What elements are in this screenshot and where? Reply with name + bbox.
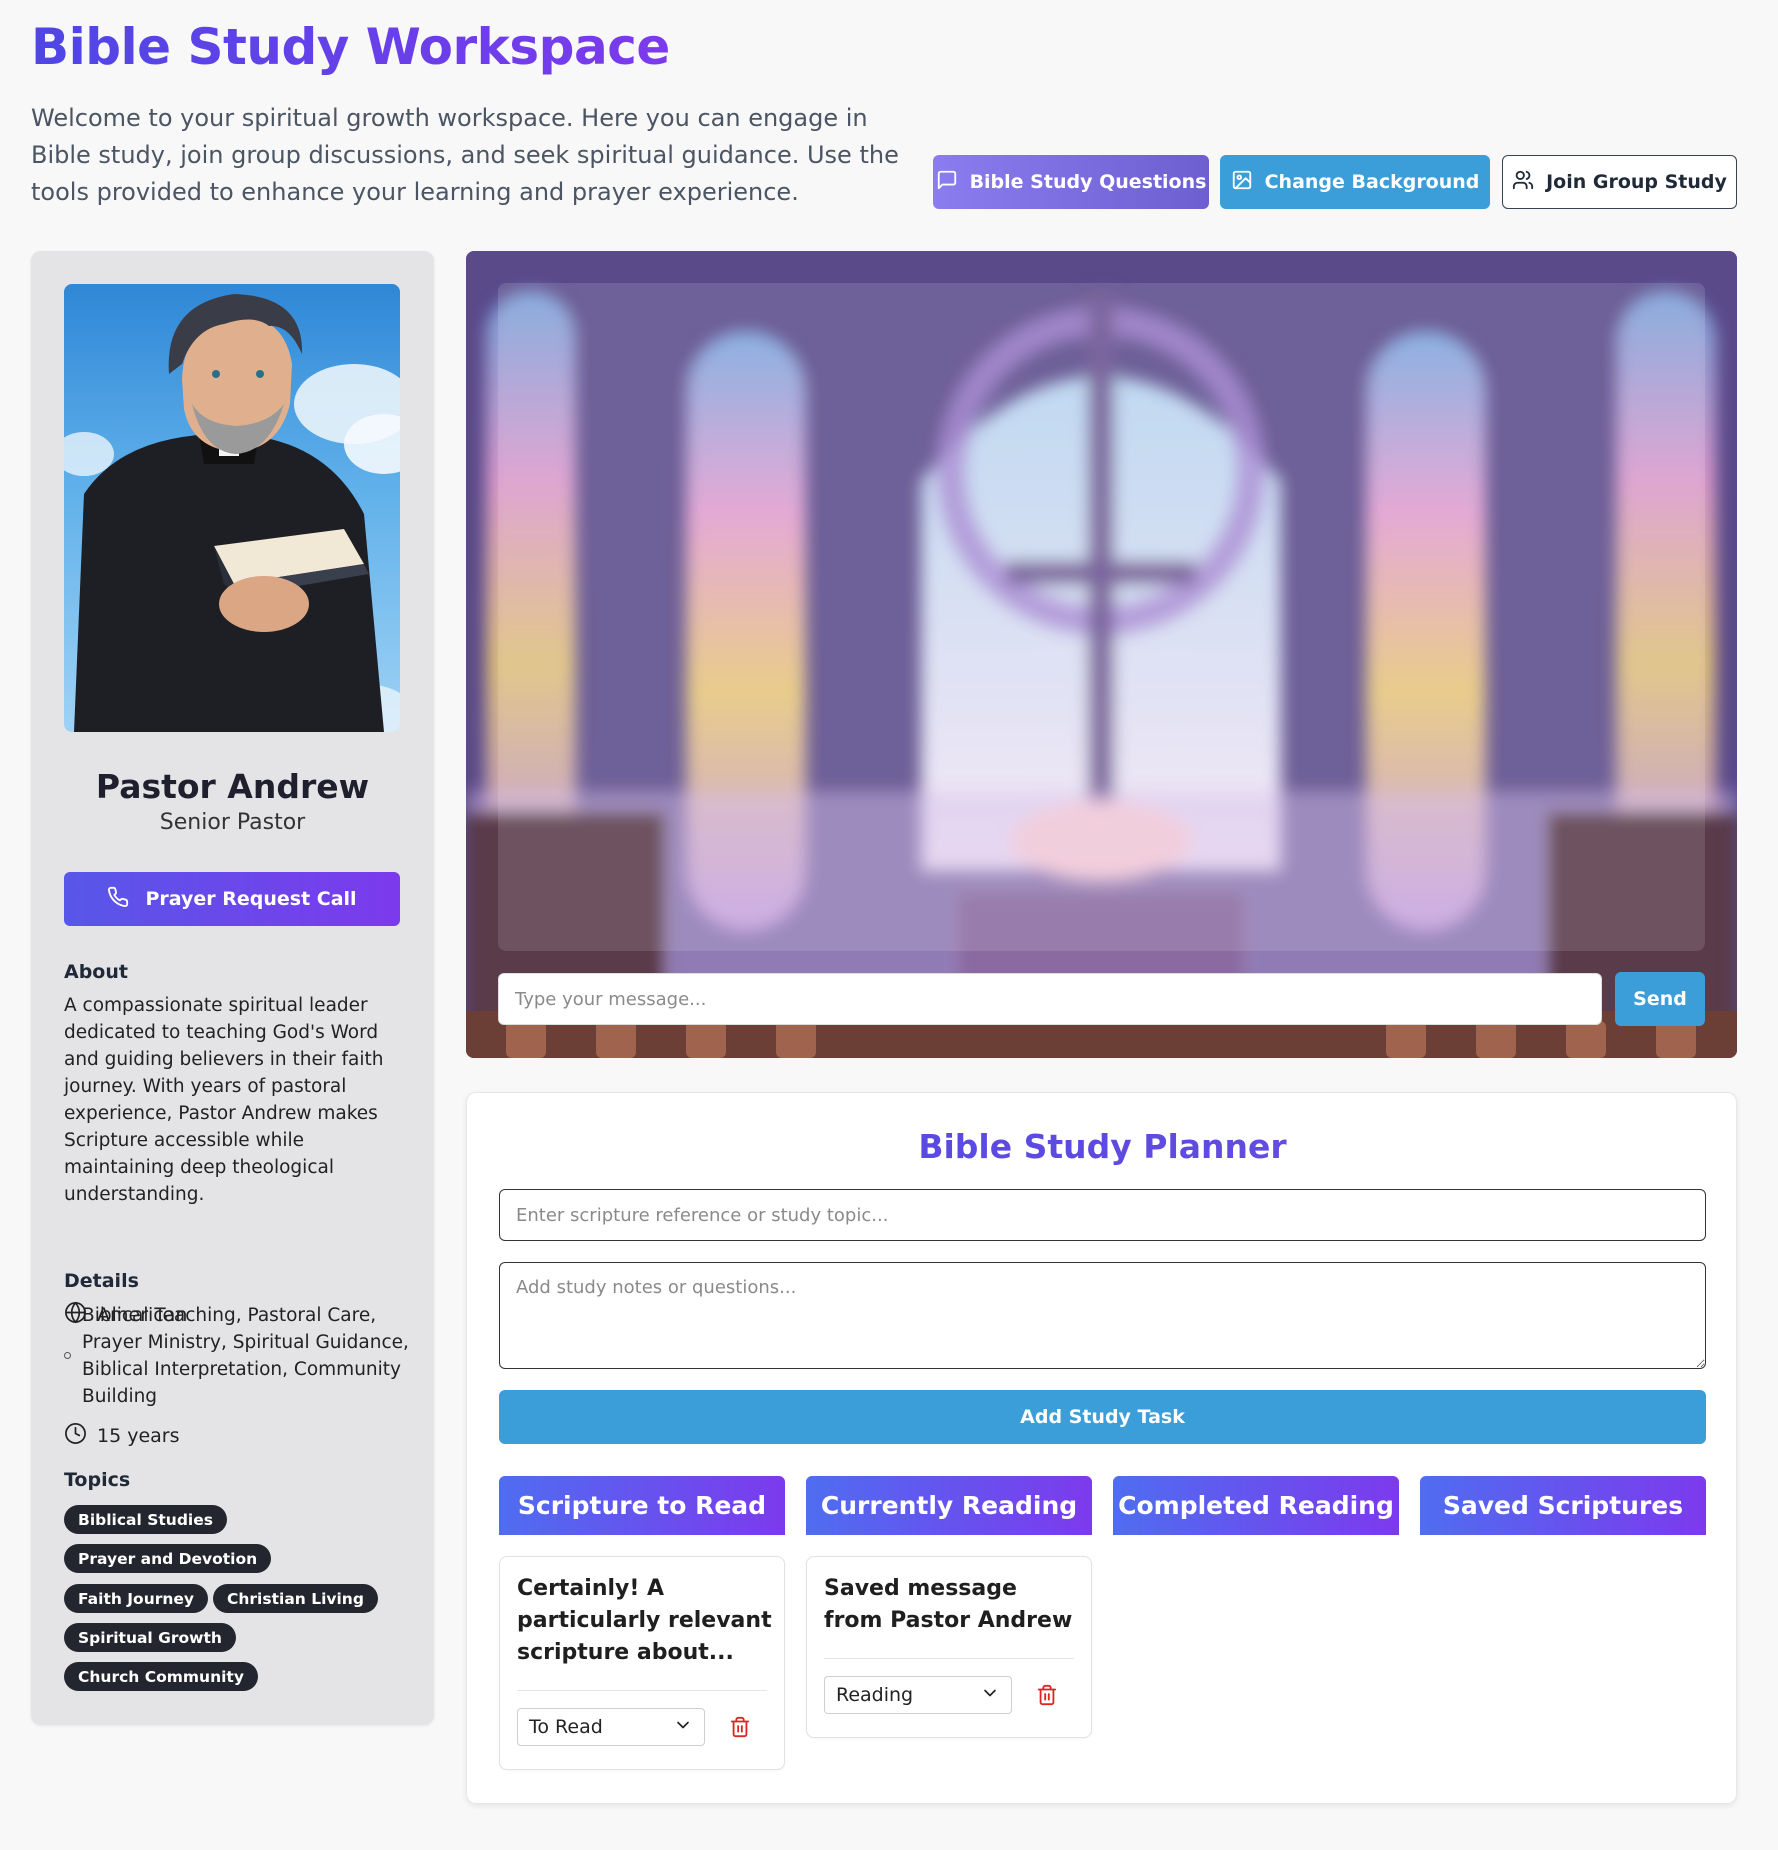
- join-group-study-button[interactable]: Join Group Study: [1502, 155, 1737, 209]
- trash-icon: [729, 1716, 751, 1742]
- about-text: A compassionate spiritual leader dedicat…: [64, 995, 384, 1205]
- profile-role: Senior Pastor: [159, 810, 306, 835]
- users-icon: [1512, 169, 1534, 196]
- study-notes-textarea[interactable]: [499, 1262, 1706, 1369]
- card-divider: [824, 1658, 1074, 1659]
- task-status-select[interactable]: Reading: [824, 1676, 1012, 1714]
- trash-icon: [1036, 1684, 1058, 1710]
- column-header-currently-reading: Currently Reading: [806, 1476, 1092, 1535]
- chat-panel: Send: [466, 251, 1737, 1058]
- clock-icon: [64, 1422, 87, 1450]
- column-header-saved-scriptures: Saved Scriptures: [1420, 1476, 1706, 1535]
- delete-task-button[interactable]: [729, 1716, 751, 1738]
- chevron-down-icon: [980, 1683, 1000, 1708]
- topic-tag: Biblical Studies: [64, 1505, 227, 1534]
- detail-experience: 15 years: [64, 1422, 180, 1450]
- details-heading: Details: [64, 1270, 139, 1292]
- change-background-button[interactable]: Change Background: [1220, 155, 1490, 209]
- study-task-card: Saved message from Pastor Andrew Reading: [806, 1556, 1092, 1738]
- chat-message-input[interactable]: [498, 973, 1602, 1025]
- join-group-study-label: Join Group Study: [1546, 171, 1727, 193]
- scripture-topic-input[interactable]: [499, 1189, 1706, 1241]
- topics-heading: Topics: [64, 1469, 131, 1491]
- profile-name: Pastor Andrew: [95, 767, 370, 806]
- topic-tag: Spiritual Growth: [64, 1623, 236, 1652]
- prayer-request-call-label: Prayer Request Call: [145, 888, 357, 910]
- planner-title: Bible Study Planner: [467, 1127, 1738, 1166]
- image-icon: [1231, 169, 1253, 196]
- topic-tag: Christian Living: [213, 1584, 378, 1613]
- task-status-value: To Read: [529, 1716, 603, 1738]
- bible-study-planner: Bible Study Planner Add Study Task Scrip…: [466, 1092, 1737, 1804]
- topic-tag: Church Community: [64, 1662, 258, 1691]
- change-background-label: Change Background: [1264, 171, 1480, 193]
- send-button[interactable]: Send: [1615, 972, 1705, 1026]
- bible-study-questions-button[interactable]: Bible Study Questions: [933, 155, 1209, 209]
- delete-task-button[interactable]: [1036, 1684, 1058, 1706]
- study-task-card: Certainly! A particularly relevant scrip…: [499, 1556, 785, 1770]
- add-study-task-button[interactable]: Add Study Task: [499, 1390, 1706, 1444]
- chat-messages-area: [498, 283, 1705, 951]
- bible-study-questions-label: Bible Study Questions: [969, 171, 1207, 193]
- task-status-value: Reading: [836, 1684, 914, 1706]
- experience-text: 15 years: [97, 1425, 180, 1447]
- task-status-select[interactable]: To Read: [517, 1708, 705, 1746]
- column-header-completed-reading: Completed Reading: [1113, 1476, 1399, 1535]
- pastor-portrait: [64, 284, 400, 732]
- card-divider: [517, 1690, 767, 1691]
- chevron-down-icon: [673, 1715, 693, 1740]
- task-text: Saved message from Pastor Andrew: [824, 1576, 1073, 1633]
- about-heading: About: [64, 961, 128, 983]
- intro-text: Welcome to your spiritual growth workspa…: [31, 104, 899, 206]
- topic-tag: Faith Journey: [64, 1584, 209, 1613]
- column-header-scripture-to-read: Scripture to Read: [499, 1476, 785, 1535]
- task-text: Certainly! A particularly relevant scrip…: [517, 1576, 772, 1665]
- specialties-text: Biblical Teaching, Pastoral Care, Prayer…: [82, 1305, 409, 1407]
- message-square-icon: [936, 169, 958, 196]
- circle-icon: [64, 1352, 71, 1359]
- profile-sidebar: Pastor Andrew Senior Pastor Prayer Reque…: [31, 251, 434, 1725]
- phone-icon: [107, 886, 129, 913]
- prayer-request-call-button[interactable]: Prayer Request Call: [64, 872, 400, 926]
- page-title: Bible Study Workspace: [31, 18, 670, 76]
- topic-tag: Prayer and Devotion: [64, 1544, 272, 1573]
